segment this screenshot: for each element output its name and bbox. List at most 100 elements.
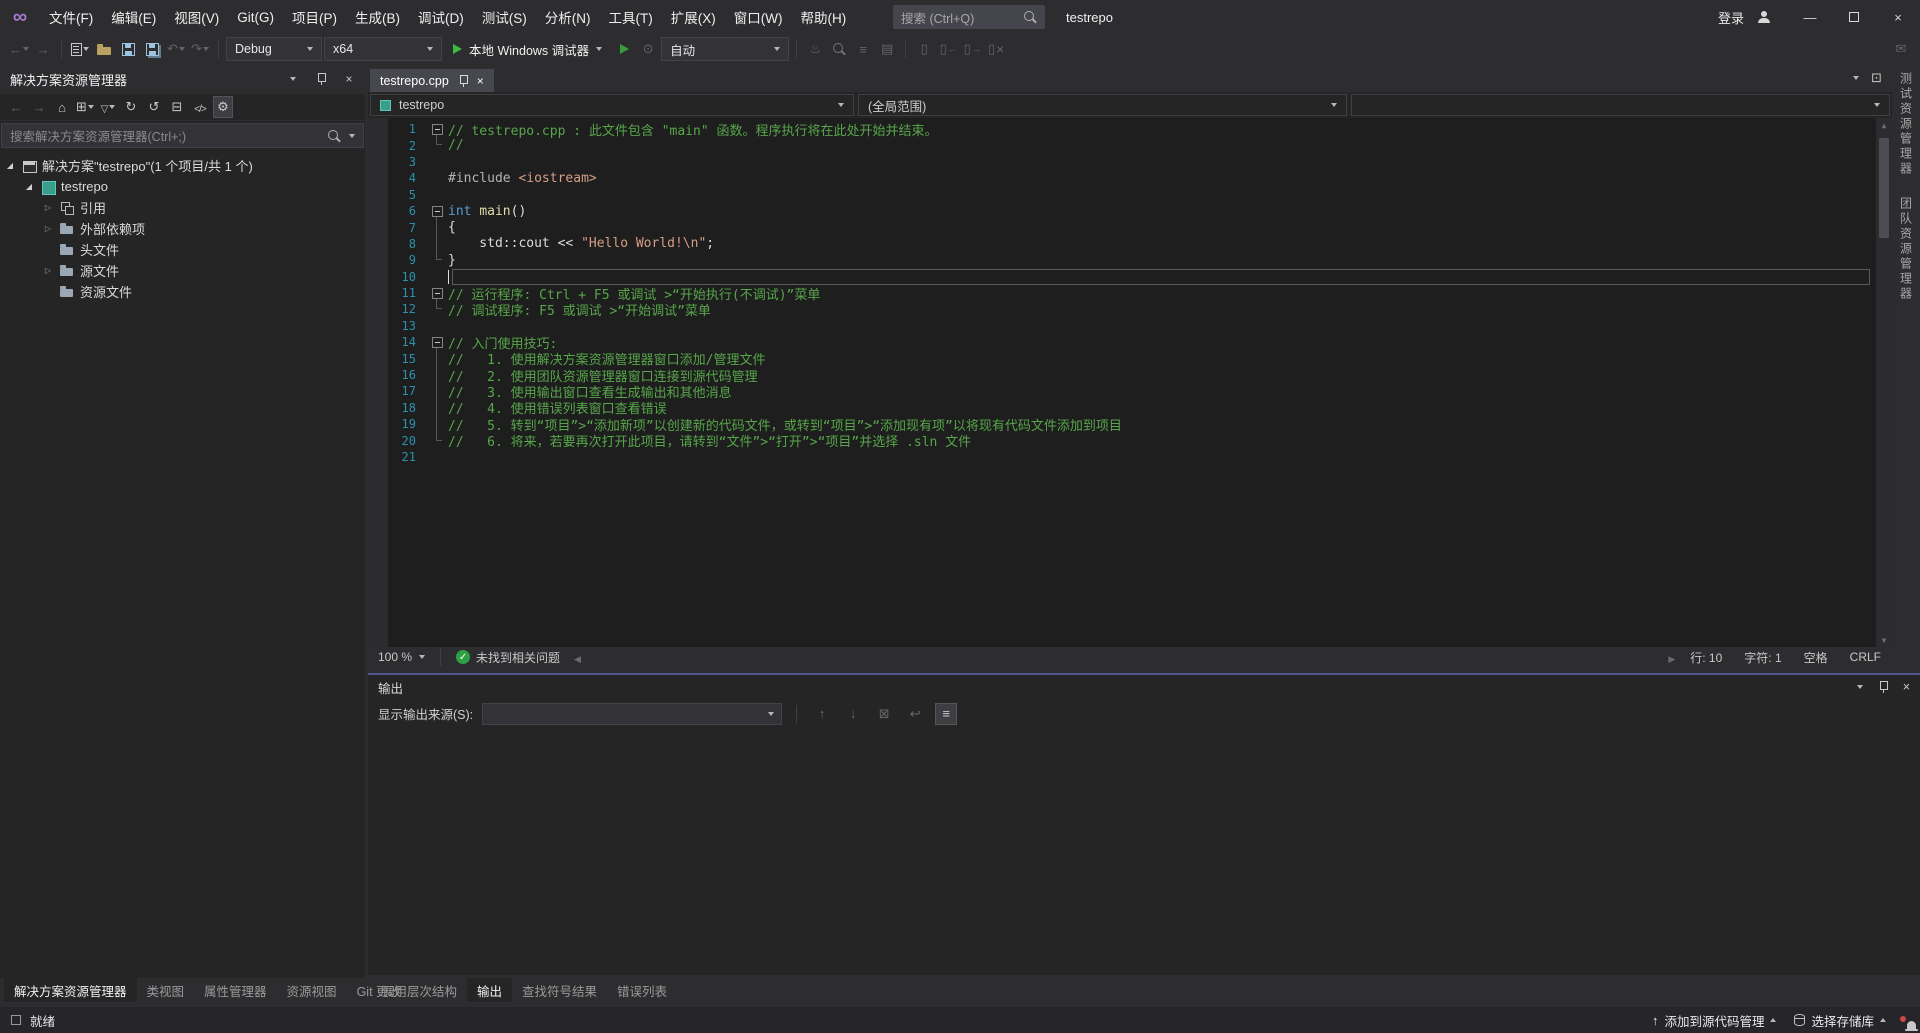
- sign-in-button[interactable]: 登录: [1718, 8, 1744, 27]
- line-ending-indicator[interactable]: CRLF: [1839, 650, 1892, 664]
- code-line[interactable]: 16// 2. 使用团队资源管理器窗口连接到源代码管理: [368, 367, 1876, 383]
- scroll-down-icon[interactable]: ▼: [1882, 633, 1887, 647]
- refresh-icon[interactable]: [144, 96, 164, 118]
- window-options-icon[interactable]: [1871, 70, 1882, 86]
- collapse-all-icon[interactable]: [167, 96, 187, 118]
- menu-item[interactable]: Git(G): [228, 0, 283, 34]
- new-project-icon[interactable]: [69, 37, 91, 61]
- minimize-button[interactable]: —: [1788, 0, 1832, 34]
- bookmark-previous-icon[interactable]: [937, 37, 959, 61]
- editor-horizontal-scrollbar[interactable]: [570, 650, 1679, 665]
- line-indicator[interactable]: 行: 10: [1679, 649, 1733, 666]
- visual-studio-logo-icon[interactable]: ∞: [0, 0, 40, 34]
- code-line[interactable]: 12// 调试程序: F5 或调试 >“开始调试”菜单: [368, 301, 1876, 317]
- bookmark-next-icon[interactable]: [961, 37, 983, 61]
- window-position-icon[interactable]: [1857, 685, 1863, 689]
- member-dropdown[interactable]: [1351, 94, 1890, 116]
- menu-item[interactable]: 文件(F): [40, 0, 102, 34]
- add-to-source-control-button[interactable]: 添加到源代码管理: [1652, 1011, 1777, 1030]
- dock-tab[interactable]: 查找符号结果: [512, 978, 607, 1002]
- fold-collapse-icon[interactable]: [432, 124, 443, 135]
- menu-item[interactable]: 帮助(H): [791, 0, 855, 34]
- output-source-dropdown[interactable]: [482, 703, 782, 725]
- start-without-debugging-icon[interactable]: [613, 37, 635, 61]
- menu-item[interactable]: 生成(B): [346, 0, 409, 34]
- watch-mode-dropdown[interactable]: 自动: [661, 37, 789, 61]
- scroll-left-icon[interactable]: [574, 650, 581, 665]
- dock-tab[interactable]: 属性管理器: [194, 978, 277, 1002]
- code-line[interactable]: 21: [368, 449, 1876, 465]
- dock-tab[interactable]: 类视图: [137, 978, 195, 1002]
- fold-column[interactable]: [426, 206, 448, 217]
- fold-column[interactable]: [426, 337, 448, 348]
- tree-item[interactable]: ▷外部依赖项: [0, 218, 365, 239]
- window-position-icon[interactable]: [285, 71, 301, 87]
- fold-collapse-icon[interactable]: [432, 288, 443, 299]
- document-health-indicator[interactable]: ✓ 未找到相关问题: [446, 649, 570, 666]
- se-back-icon[interactable]: [6, 96, 26, 118]
- tree-arrow-icon[interactable]: ◢: [23, 182, 35, 191]
- word-wrap-icon[interactable]: [904, 703, 926, 725]
- fold-column[interactable]: [426, 124, 448, 135]
- bookmark-toggle-icon[interactable]: [913, 37, 935, 61]
- save-all-icon[interactable]: [141, 37, 163, 61]
- scope-dropdown[interactable]: (全局范围): [858, 94, 1347, 116]
- menu-item[interactable]: 调试(D): [409, 0, 473, 34]
- dock-tab[interactable]: 解决方案资源管理器: [4, 978, 137, 1002]
- code-line[interactable]: 5: [368, 187, 1876, 203]
- tree-item[interactable]: ◢解决方案"testrepo"(1 个项目/共 1 个): [0, 155, 365, 176]
- tree-item[interactable]: 资源文件: [0, 281, 365, 302]
- select-repository-button[interactable]: 选择存储库: [1794, 1011, 1886, 1030]
- hot-reload-icon[interactable]: [804, 37, 826, 61]
- code-line[interactable]: 9}: [368, 252, 1876, 268]
- quick-search-box[interactable]: 搜索 (Ctrl+Q): [893, 5, 1045, 29]
- menu-item[interactable]: 窗口(W): [725, 0, 792, 34]
- redo-icon[interactable]: [189, 37, 211, 61]
- background-tasks-icon[interactable]: [11, 1015, 21, 1025]
- code-line[interactable]: 4#include <iostream>: [368, 170, 1876, 186]
- code-line[interactable]: 13: [368, 318, 1876, 334]
- open-file-icon[interactable]: [93, 37, 115, 61]
- goto-next-message-icon[interactable]: [842, 703, 864, 725]
- configuration-dropdown[interactable]: Debug: [226, 37, 322, 61]
- dock-tab[interactable]: 资源视图: [277, 978, 347, 1002]
- menu-item[interactable]: 扩展(X): [662, 0, 725, 34]
- tree-item[interactable]: ▷源文件: [0, 260, 365, 281]
- goto-previous-message-icon[interactable]: [811, 703, 833, 725]
- scrollbar-thumb[interactable]: [1879, 138, 1889, 238]
- code-line[interactable]: 19// 5. 转到“项目”>“添加新项”以创建新的代码文件，或转到“项目”>“…: [368, 416, 1876, 432]
- menu-item[interactable]: 分析(N): [536, 0, 600, 34]
- tree-arrow-icon[interactable]: ▷: [42, 203, 54, 212]
- code-line[interactable]: 3: [368, 154, 1876, 170]
- code-line[interactable]: 10: [368, 269, 1876, 285]
- switch-views-icon[interactable]: [75, 96, 95, 118]
- home-icon[interactable]: [52, 96, 72, 118]
- properties-icon[interactable]: [213, 96, 233, 118]
- active-files-dropdown-icon[interactable]: [1853, 76, 1859, 80]
- se-forward-icon[interactable]: [29, 96, 49, 118]
- code-line[interactable]: 20// 6. 将来，若要再次打开此项目，请转到“文件”>“打开”>“项目”并选…: [368, 432, 1876, 448]
- tree-arrow-icon[interactable]: ▷: [42, 224, 54, 233]
- code-line[interactable]: 11// 运行程序: Ctrl + F5 或调试 >“开始执行(不调试)”菜单: [368, 285, 1876, 301]
- pin-tab-icon[interactable]: [457, 74, 469, 88]
- code-line[interactable]: 1// testrepo.cpp : 此文件包含 "main" 函数。程序执行将…: [368, 121, 1876, 137]
- tree-item[interactable]: 头文件: [0, 239, 365, 260]
- tree-arrow-icon[interactable]: ◢: [4, 161, 16, 170]
- document-tab[interactable]: testrepo.cpp ×: [370, 69, 494, 92]
- send-feedback-icon[interactable]: [1890, 37, 1912, 61]
- dock-tab[interactable]: 调用层次结构: [372, 978, 467, 1002]
- scroll-right-icon[interactable]: [1668, 650, 1675, 665]
- find-in-files-icon[interactable]: [828, 37, 850, 61]
- attach-process-icon[interactable]: [637, 37, 659, 61]
- code-line[interactable]: 14// 入门使用技巧:: [368, 334, 1876, 350]
- vertical-autohide-tab[interactable]: 团队资源管理器: [1898, 197, 1915, 302]
- pin-icon[interactable]: [313, 71, 329, 87]
- menu-item[interactable]: 编辑(E): [102, 0, 165, 34]
- fold-collapse-icon[interactable]: [432, 337, 443, 348]
- output-content[interactable]: [368, 728, 1920, 975]
- undo-icon[interactable]: [165, 37, 187, 61]
- user-profile-icon[interactable]: [1756, 9, 1772, 25]
- navigate-forward-icon[interactable]: [32, 37, 54, 61]
- code-editor[interactable]: 1// testrepo.cpp : 此文件包含 "main" 函数。程序执行将…: [368, 118, 1892, 647]
- tree-item[interactable]: ◢testrepo: [0, 176, 365, 197]
